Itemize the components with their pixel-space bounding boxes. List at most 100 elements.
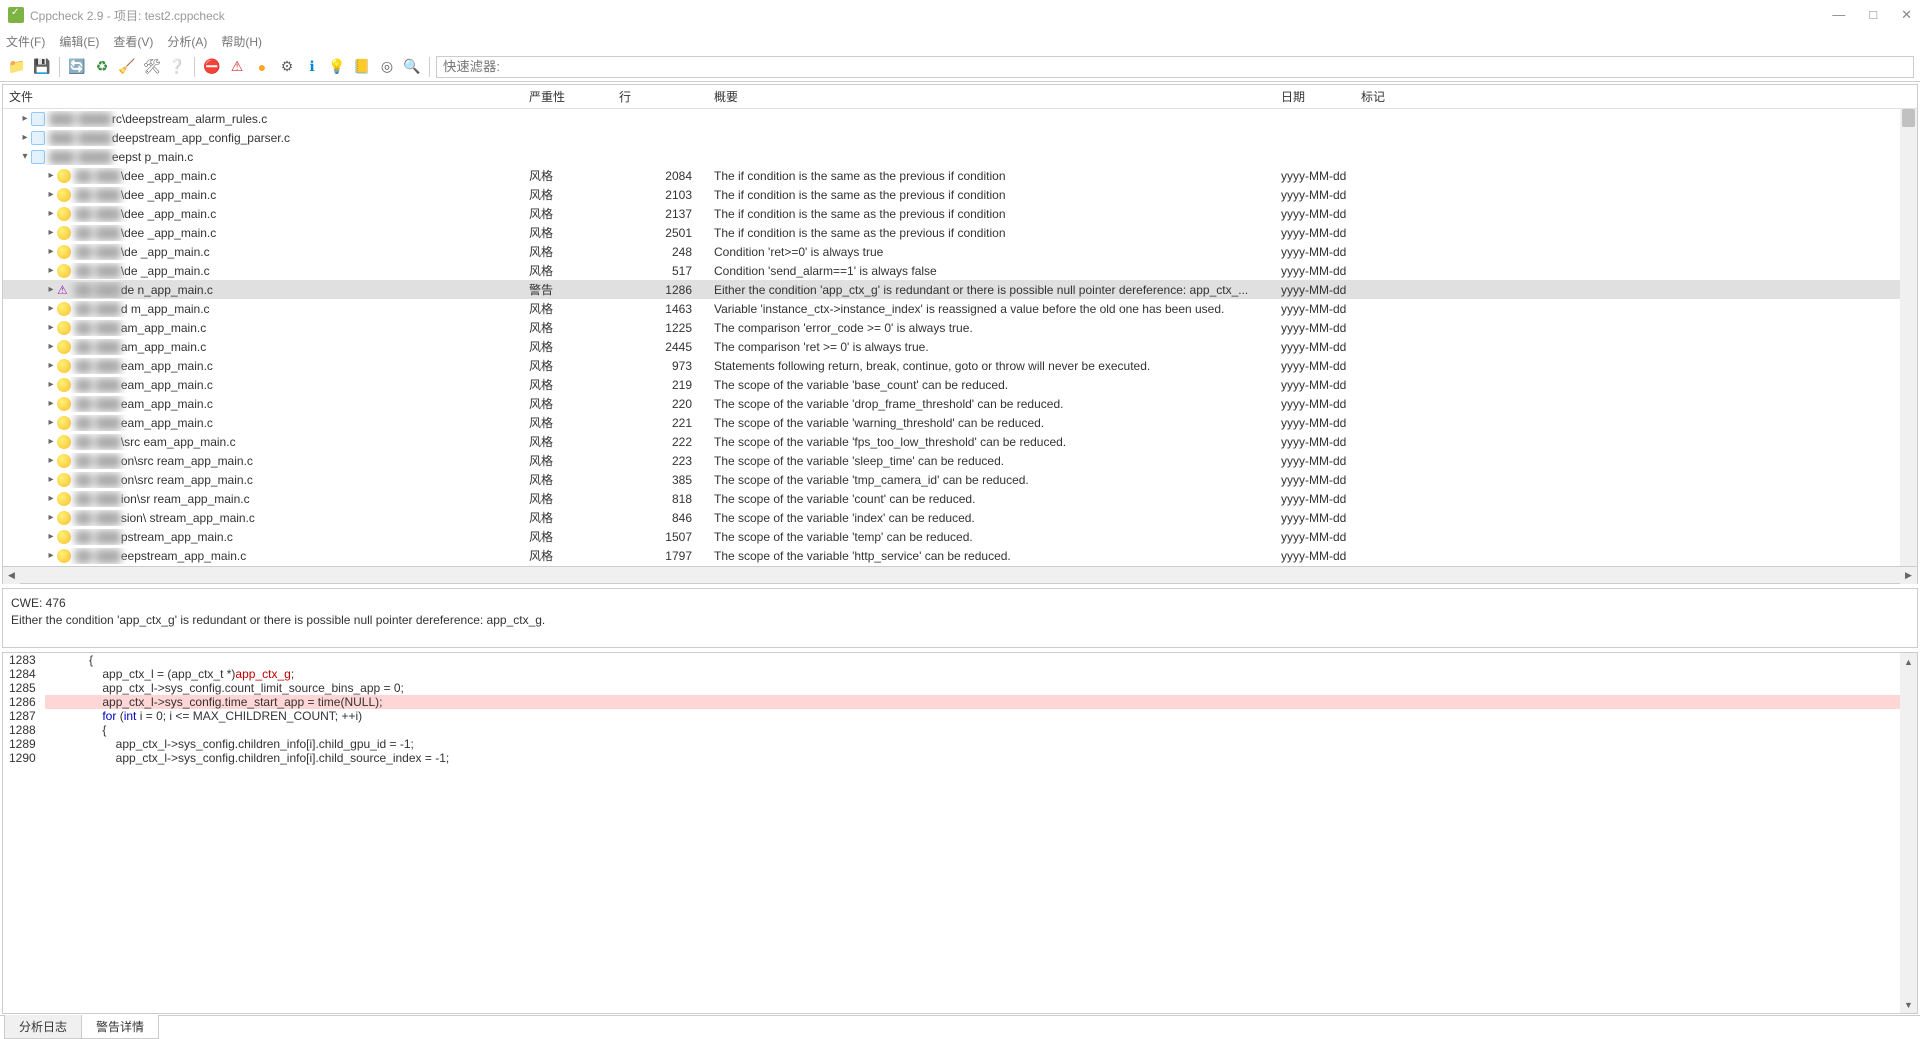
- maximize-button[interactable]: □: [1869, 7, 1877, 23]
- menu-file[interactable]: 文件(F): [6, 33, 45, 50]
- code-line[interactable]: 1283 {: [3, 653, 1900, 667]
- result-row[interactable]: ▸ ██ ███sion\ stream_app_main.c风格846The …: [3, 508, 1917, 527]
- results-body[interactable]: ▸ ███ ████rc\deepstream_alarm_rules.c▸ █…: [3, 109, 1917, 566]
- scroll-right-icon[interactable]: ▶: [1900, 567, 1917, 584]
- code-line[interactable]: 1288 {: [3, 723, 1900, 737]
- result-row[interactable]: ▸ ██ ███eam_app_main.c风格219The scope of …: [3, 375, 1917, 394]
- scroll-left-icon[interactable]: ◀: [3, 567, 20, 584]
- tree-root-row[interactable]: ▾ ███ ████eepst p_main.c: [3, 147, 1917, 166]
- tree-root-row[interactable]: ▸ ███ ████rc\deepstream_alarm_rules.c: [3, 109, 1917, 128]
- result-row[interactable]: ▸ ██ ███\dee _app_main.c风格2084The if con…: [3, 166, 1917, 185]
- result-row[interactable]: ▸ ██ ███\dee _app_main.c风格2103The if con…: [3, 185, 1917, 204]
- stop-icon[interactable]: ⛔: [201, 56, 223, 78]
- result-row[interactable]: ▸ ██ ███on\src ream_app_main.c风格385The s…: [3, 470, 1917, 489]
- chevron-icon[interactable]: ▸: [45, 265, 57, 276]
- result-row[interactable]: ▸ ██ ███eam_app_main.c风格221The scope of …: [3, 413, 1917, 432]
- menu-help[interactable]: 帮助(H): [221, 33, 262, 50]
- settings-icon[interactable]: 🛠: [141, 56, 163, 78]
- refresh-icon[interactable]: 🔄: [66, 56, 88, 78]
- book-icon[interactable]: 📒: [351, 56, 373, 78]
- save-icon[interactable]: 💾: [31, 56, 53, 78]
- chevron-icon[interactable]: ▸: [45, 474, 57, 485]
- scroll-up-icon[interactable]: ▲: [1900, 653, 1917, 670]
- code-body[interactable]: 1283 {1284 app_ctx_l = (app_ctx_t *)app_…: [3, 653, 1900, 1013]
- result-row[interactable]: ▸ ██ ███d m_app_main.c风格1463Variable 'in…: [3, 299, 1917, 318]
- result-row[interactable]: ▸ ██ ███\de _app_main.c风格517Condition 's…: [3, 261, 1917, 280]
- result-row[interactable]: ▸ ██ ███de n_app_main.c警告1286Either the …: [3, 280, 1917, 299]
- col-line[interactable]: 行: [613, 84, 708, 109]
- code-line[interactable]: 1290 app_ctx_l->sys_config.children_info…: [3, 751, 1900, 765]
- chevron-icon[interactable]: ▸: [45, 512, 57, 523]
- code-line[interactable]: 1289 app_ctx_l->sys_config.children_info…: [3, 737, 1900, 751]
- chevron-icon[interactable]: ▸: [45, 303, 57, 314]
- result-row[interactable]: ▸ ██ ███\dee _app_main.c风格2137The if con…: [3, 204, 1917, 223]
- col-file[interactable]: 文件: [3, 84, 523, 109]
- chevron-icon[interactable]: ▸: [45, 322, 57, 333]
- help-icon[interactable]: ❔: [166, 56, 188, 78]
- menu-analyze[interactable]: 分析(A): [167, 33, 207, 50]
- scroll-thumb[interactable]: [1902, 109, 1915, 127]
- chevron-icon[interactable]: ▸: [45, 170, 57, 181]
- chevron-icon[interactable]: ▸: [45, 436, 57, 447]
- warning-icon[interactable]: ⚠: [226, 56, 248, 78]
- style-icon[interactable]: ●: [251, 56, 273, 78]
- chevron-icon[interactable]: ▸: [45, 398, 57, 409]
- code-line[interactable]: 1284 app_ctx_l = (app_ctx_t *)app_ctx_g;: [3, 667, 1900, 681]
- close-button[interactable]: ✕: [1901, 7, 1912, 23]
- col-mark[interactable]: 标记: [1355, 84, 1415, 109]
- vertical-scrollbar[interactable]: [1900, 109, 1917, 566]
- open-icon[interactable]: 📁: [6, 56, 28, 78]
- result-row[interactable]: ▸ ██ ███am_app_main.c风格1225The compariso…: [3, 318, 1917, 337]
- chevron-icon[interactable]: ▸: [45, 417, 57, 428]
- code-line[interactable]: 1286 app_ctx_l->sys_config.time_start_ap…: [3, 695, 1900, 709]
- tree-root-row[interactable]: ▸ ███ ████deepstream_app_config_parser.c: [3, 128, 1917, 147]
- result-row[interactable]: ▸ ██ ███\dee _app_main.c风格2501The if con…: [3, 223, 1917, 242]
- chevron-icon[interactable]: ▸: [45, 493, 57, 504]
- chevron-icon[interactable]: ▸: [19, 113, 31, 124]
- chevron-icon[interactable]: ▸: [45, 284, 57, 295]
- result-row[interactable]: ▸ ██ ███eepstream_app_main.c风格1797The sc…: [3, 546, 1917, 565]
- result-row[interactable]: ▸ ██ ███on\src ream_app_main.c风格223The s…: [3, 451, 1917, 470]
- chevron-icon[interactable]: ▸: [45, 208, 57, 219]
- code-line[interactable]: 1287 for (int i = 0; i <= MAX_CHILDREN_C…: [3, 709, 1900, 723]
- code-line[interactable]: 1285 app_ctx_l->sys_config.count_limit_s…: [3, 681, 1900, 695]
- result-row[interactable]: ▸ ██ ███\src eam_app_main.c风格222The scop…: [3, 432, 1917, 451]
- result-row[interactable]: ▸ ██ ███eam_app_main.c风格973Statements fo…: [3, 356, 1917, 375]
- menu-view[interactable]: 查看(V): [113, 33, 153, 50]
- chevron-icon[interactable]: ▸: [45, 189, 57, 200]
- rescan-icon[interactable]: ♻: [91, 56, 113, 78]
- chevron-icon[interactable]: ▸: [45, 246, 57, 257]
- quick-filter-input[interactable]: [436, 56, 1914, 78]
- chevron-icon[interactable]: ▸: [45, 360, 57, 371]
- result-row[interactable]: ▸ ██ ███\de _app_main.c风格248Condition 'r…: [3, 242, 1917, 261]
- chevron-icon[interactable]: ▸: [45, 550, 57, 561]
- menu-edit[interactable]: 编辑(E): [59, 33, 99, 50]
- chevron-icon[interactable]: ▸: [45, 379, 57, 390]
- target-icon[interactable]: ◎: [376, 56, 398, 78]
- col-date[interactable]: 日期: [1275, 84, 1355, 109]
- tab-warning-detail[interactable]: 警告详情: [81, 1015, 159, 1039]
- chevron-icon[interactable]: ▸: [45, 341, 57, 352]
- code-scrollbar[interactable]: ▲ ▼: [1900, 653, 1917, 1013]
- result-row[interactable]: ▸ ██ ███am_app_main.c风格2445The compariso…: [3, 337, 1917, 356]
- gear-icon[interactable]: ⚙: [276, 56, 298, 78]
- chevron-icon[interactable]: ▸: [45, 531, 57, 542]
- chevron-icon[interactable]: ▸: [45, 227, 57, 238]
- tab-analysis-log[interactable]: 分析日志: [4, 1015, 82, 1039]
- scroll-down-icon[interactable]: ▼: [1900, 996, 1917, 1013]
- horizontal-scrollbar[interactable]: ◀ ▶: [3, 566, 1917, 583]
- bulb-icon[interactable]: 💡: [326, 56, 348, 78]
- chevron-icon[interactable]: ▸: [45, 455, 57, 466]
- col-severity[interactable]: 严重性: [523, 84, 613, 109]
- col-summary[interactable]: 概要: [708, 84, 1275, 109]
- chevron-icon[interactable]: ▾: [19, 151, 31, 162]
- info-icon[interactable]: ℹ: [301, 56, 323, 78]
- result-row[interactable]: ▸ ██ ███pstream_app_main.c风格1507The scop…: [3, 527, 1917, 546]
- result-row[interactable]: ▸ ██ ███ion\sr ream_app_main.c风格818The s…: [3, 489, 1917, 508]
- severity-icon: [57, 207, 71, 221]
- chevron-icon[interactable]: ▸: [19, 132, 31, 143]
- clear-icon[interactable]: 🧹: [116, 56, 138, 78]
- search-icon[interactable]: 🔍: [401, 56, 423, 78]
- minimize-button[interactable]: —: [1832, 7, 1845, 23]
- result-row[interactable]: ▸ ██ ███eam_app_main.c风格220The scope of …: [3, 394, 1917, 413]
